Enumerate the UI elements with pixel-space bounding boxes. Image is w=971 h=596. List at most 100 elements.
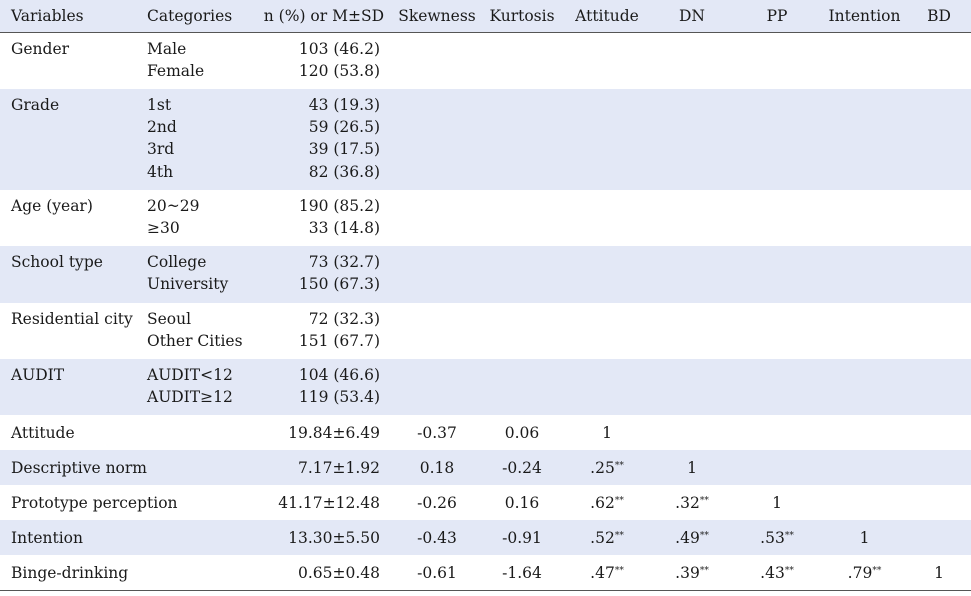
header-row: Variables Categories n (%) or M±SD Skewn… [0, 0, 971, 32]
empty-cell [907, 89, 971, 190]
correlation-cell: .53** [732, 520, 822, 555]
kurtosis-cell: 0.16 [504, 493, 540, 512]
empty-cell [652, 32, 732, 89]
empty-cell [907, 190, 971, 246]
frequency-value: 33 (14.8) [308, 218, 380, 237]
correlation-cell [907, 450, 971, 485]
table-row: Gender Male Female 103 (46.2) 120 (53.8) [0, 32, 971, 89]
significance-mark: ** [784, 565, 794, 576]
empty-cell [732, 89, 822, 190]
empty-cell [392, 89, 482, 190]
variable-name: Binge-drinking [11, 563, 129, 582]
mean-sd-cell: 41.17±12.48 [278, 493, 380, 512]
correlation-value: .32 [675, 493, 700, 512]
empty-cell [392, 359, 482, 415]
skewness-cell: -0.61 [417, 563, 457, 582]
category-label: University [147, 275, 229, 294]
header-stat: n (%) or M±SD [263, 6, 384, 25]
correlation-cell: .39** [652, 555, 732, 590]
empty-cell [482, 303, 562, 359]
empty-cell [392, 190, 482, 246]
variable-name: Descriptive norm [11, 458, 147, 477]
significance-mark: ** [872, 565, 882, 576]
significance-mark: ** [614, 460, 624, 471]
frequency-value: 151 (67.7) [298, 331, 380, 350]
empty-cell [562, 303, 652, 359]
empty-cell [907, 303, 971, 359]
correlation-value: .62 [590, 493, 615, 512]
correlation-cell: .79** [822, 555, 907, 590]
variable-name: Gender [11, 39, 70, 58]
variable-name: Age (year) [11, 196, 93, 215]
variable-name: Residential city [11, 309, 133, 328]
table-row: Age (year) 20~29 ≥30 190 (85.2) 33 (14.8) [0, 190, 971, 246]
kurtosis-cell: -0.24 [502, 458, 542, 477]
frequency-value: 82 (36.8) [308, 162, 380, 181]
empty-cell [652, 190, 732, 246]
category-cell: 20~29 ≥30 [137, 190, 257, 246]
significance-mark: ** [784, 530, 794, 541]
header-dn: DN [679, 6, 705, 25]
mean-sd-cell: 0.65±0.48 [297, 563, 380, 582]
table-body: Gender Male Female 103 (46.2) 120 (53.8) Grad… [0, 32, 971, 591]
correlation-value: .79 [847, 563, 873, 582]
table-row: Prototype perception 41.17±12.48 -0.26 0.16… [0, 485, 971, 520]
correlation-cell: .43** [732, 555, 822, 590]
frequency-value: 59 (26.5) [308, 118, 380, 137]
empty-cell [732, 32, 822, 89]
correlation-cell [822, 415, 907, 450]
frequency-value: 73 (32.7) [308, 253, 380, 272]
table-header: Variables Categories n (%) or M±SD Skewn… [0, 0, 971, 32]
table-row: School type College University 73 (32.7) 150… [0, 246, 971, 303]
frequency-value: 39 (17.5) [308, 140, 380, 159]
empty-cell [822, 246, 907, 302]
correlation-value: .25 [590, 458, 615, 477]
correlation-cell [732, 415, 822, 450]
empty-cell [822, 303, 907, 359]
header-intention: Intention [828, 6, 901, 25]
empty-cell [732, 190, 822, 246]
variable-name: AUDIT [11, 365, 65, 384]
empty-cell [732, 246, 822, 302]
category-label: Seoul [147, 309, 192, 328]
empty-cell [822, 32, 907, 89]
empty-cell [652, 359, 732, 415]
correlation-value: 1 [772, 493, 782, 512]
frequency-value: 104 (46.6) [298, 365, 380, 384]
significance-mark: ** [614, 530, 624, 541]
empty-cell [392, 303, 482, 359]
correlation-cell [822, 485, 907, 520]
frequency-cell: 190 (85.2) 33 (14.8) [257, 190, 392, 246]
header-attitude: Attitude [575, 6, 639, 25]
category-label: Male [147, 39, 187, 58]
correlation-cell: .32** [652, 485, 732, 520]
category-label: 20~29 [147, 196, 200, 215]
skewness-cell: -0.37 [417, 423, 457, 442]
frequency-cell: 72 (32.3) 151 (67.7) [257, 303, 392, 359]
empty-cell [562, 190, 652, 246]
table-row: Attitude 19.84±6.49 -0.37 0.06 1 [0, 415, 971, 450]
empty-cell [732, 303, 822, 359]
kurtosis-cell: -0.91 [502, 528, 542, 547]
empty-cell [652, 303, 732, 359]
header-skewness: Skewness [398, 6, 476, 25]
correlation-cell [652, 415, 732, 450]
correlation-value: 1 [934, 563, 944, 582]
header-pp: PP [766, 6, 788, 25]
category-cell: AUDIT<12 AUDIT≥12 [137, 359, 257, 415]
correlation-cell: 1 [907, 555, 971, 590]
empty-cell [482, 89, 562, 190]
category-label: College [147, 253, 207, 272]
empty-cell [482, 32, 562, 89]
header-variables: Variables [11, 6, 84, 25]
skewness-cell: 0.18 [419, 458, 455, 477]
correlation-cell: 1 [652, 450, 732, 485]
empty-cell [732, 359, 822, 415]
category-label: Female [147, 61, 205, 80]
skewness-cell: -0.43 [417, 528, 457, 547]
mean-sd-cell: 19.84±6.49 [288, 423, 380, 442]
category-label: 4th [147, 162, 174, 181]
empty-cell [562, 32, 652, 89]
table-row: Binge-drinking 0.65±0.48 -0.61 -1.64.47** .3… [0, 555, 971, 591]
empty-cell [392, 246, 482, 302]
